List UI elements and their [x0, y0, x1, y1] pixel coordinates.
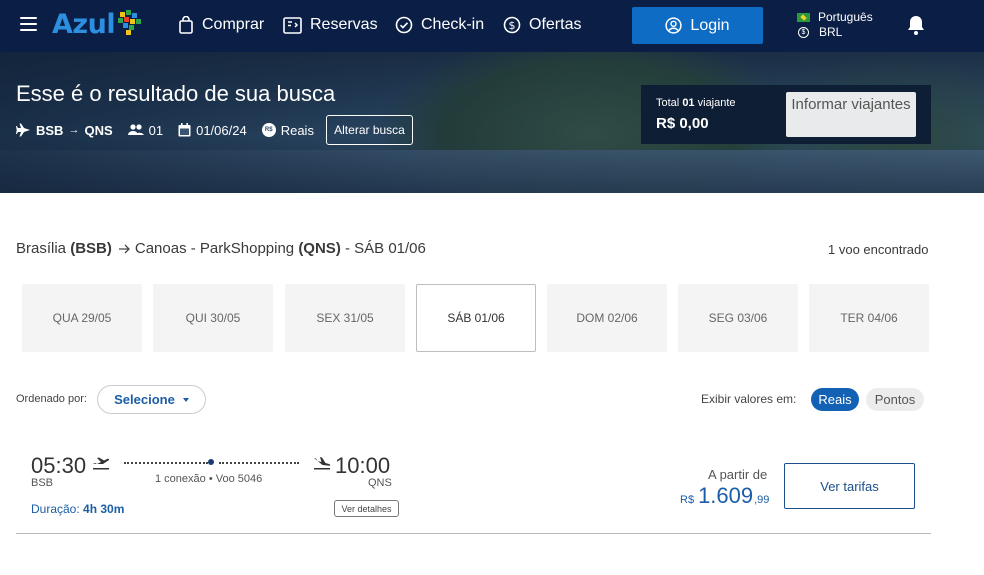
brazil-flag-icon	[797, 13, 810, 22]
date-tab-dom[interactable]: DOM 02/06	[547, 284, 667, 352]
nav-checkin[interactable]: Check-in	[395, 14, 484, 36]
svg-text:$: $	[509, 19, 516, 32]
login-button[interactable]: Login	[632, 7, 763, 44]
date-tab-seg[interactable]: SEG 03/06	[678, 284, 798, 352]
connection-info: 1 conexão • Voo 5046	[155, 473, 263, 485]
date-tab-qua[interactable]: QUA 29/05	[22, 284, 142, 352]
brazil-map-icon	[118, 10, 142, 35]
airplane-icon	[16, 123, 30, 137]
departure-code: BSB	[31, 477, 54, 489]
nav-ofertas[interactable]: $ Ofertas	[503, 14, 581, 36]
total-panel: Total 01 viajante R$ 0,00 Informar viaja…	[641, 85, 931, 144]
route-line	[219, 462, 299, 464]
arrow-right-icon	[118, 244, 130, 253]
menu-icon[interactable]	[20, 17, 37, 31]
passengers-chip: 01	[127, 122, 164, 138]
price-cents: ,99	[754, 494, 770, 506]
arrival-time: 10:00	[335, 453, 391, 478]
date-tab-sex[interactable]: SEX 31/05	[285, 284, 405, 352]
sort-selected-value: Selecione	[114, 392, 175, 407]
origin-city: Brasília	[16, 240, 67, 257]
reservations-icon	[283, 16, 302, 34]
arrow-right-icon: →	[68, 124, 80, 136]
passengers-count: 01	[148, 122, 164, 138]
destination-code: QNS	[84, 122, 113, 138]
currency-chip: R$ Reais	[261, 122, 314, 138]
currency-badge-icon: R$	[261, 123, 276, 137]
total-travelers-label: Total 01 viajante	[656, 97, 736, 109]
route-line	[124, 462, 208, 464]
ver-detalhes-button[interactable]: Ver detalhes	[334, 500, 399, 517]
duration-value: 4h 30m	[83, 502, 125, 516]
divider	[16, 533, 931, 534]
top-navigation: Azul Comprar Reservas Check-in $ Ofertas…	[0, 0, 984, 52]
coin-icon: $	[798, 27, 809, 38]
price: R$ 1.609 ,99	[680, 483, 769, 509]
total-value: R$ 0,00	[656, 115, 709, 132]
route-date: - SÁB 01/06	[344, 240, 426, 257]
search-summary-banner: Esse é o resultado de sua busca BSB → QN…	[0, 52, 984, 193]
date-tab-ter[interactable]: TER 04/06	[809, 284, 929, 352]
informar-viajantes-button[interactable]: Informar viajantes	[786, 92, 916, 137]
page-title: Esse é o resultado de sua busca	[16, 81, 336, 106]
date-tab-sab[interactable]: SÁB 01/06	[416, 284, 536, 352]
user-icon	[665, 17, 683, 34]
duration-label: Duração:	[31, 502, 80, 516]
language-currency-selector[interactable]: Português $ BRL	[797, 10, 873, 40]
departure-time: 05:30	[31, 453, 87, 478]
azul-logo[interactable]: Azul	[52, 8, 143, 42]
currency-label: BRL	[819, 25, 843, 39]
price-integer: 1.609	[698, 483, 754, 508]
date-tab-qui[interactable]: QUI 30/05	[153, 284, 273, 352]
sort-select[interactable]: Selecione	[97, 385, 206, 414]
check-circle-icon	[395, 16, 413, 34]
caret-down-icon	[182, 397, 189, 402]
route-heading: Brasília (BSB) Canoas - ParkShopping (QN…	[16, 240, 426, 257]
logo-text: Azul	[52, 9, 116, 40]
origin-code: (BSB)	[70, 240, 112, 257]
nav-label: Comprar	[202, 16, 265, 33]
price-from-label: A partir de	[708, 467, 768, 482]
currency-name: Reais	[280, 122, 314, 138]
route-chip: BSB → QNS	[16, 123, 113, 138]
landing-icon	[314, 457, 331, 470]
toggle-reais[interactable]: Reais	[811, 388, 859, 411]
origin-code: BSB	[36, 122, 64, 138]
sort-label: Ordenado por:	[16, 393, 87, 405]
display-values-label: Exibir valores em:	[701, 392, 797, 406]
users-icon	[127, 124, 144, 135]
search-summary: BSB → QNS 01 01/06/24 R$ Reais	[16, 120, 329, 140]
takeoff-icon	[93, 457, 110, 470]
connection-dot	[208, 459, 214, 465]
ver-tarifas-button[interactable]: Ver tarifas	[784, 463, 915, 509]
search-date: 01/06/24	[196, 122, 247, 138]
destination-city: Canoas - ParkShopping	[134, 240, 295, 257]
nav-comprar[interactable]: Comprar	[178, 14, 264, 36]
alterar-busca-button[interactable]: Alterar busca	[326, 115, 413, 145]
nav-label: Ofertas	[529, 16, 582, 33]
login-label: Login	[690, 16, 730, 34]
dollar-circle-icon: $	[503, 16, 521, 34]
flights-found-count: 1 voo encontrado	[828, 242, 929, 257]
nav-label: Check-in	[421, 16, 485, 33]
arrival-code: QNS	[368, 477, 392, 489]
calendar-icon	[178, 123, 191, 137]
destination-code: (QNS)	[298, 240, 341, 257]
nav-label: Reservas	[310, 16, 378, 33]
bag-icon	[179, 16, 193, 34]
toggle-pontos[interactable]: Pontos	[866, 388, 924, 411]
duration: Duração: 4h 30m	[31, 502, 124, 516]
price-currency: R$	[680, 494, 695, 506]
date-chip: 01/06/24	[178, 123, 247, 138]
language-label: Português	[818, 10, 873, 24]
bell-icon[interactable]	[906, 14, 926, 36]
nav-reservas[interactable]: Reservas	[283, 14, 378, 36]
